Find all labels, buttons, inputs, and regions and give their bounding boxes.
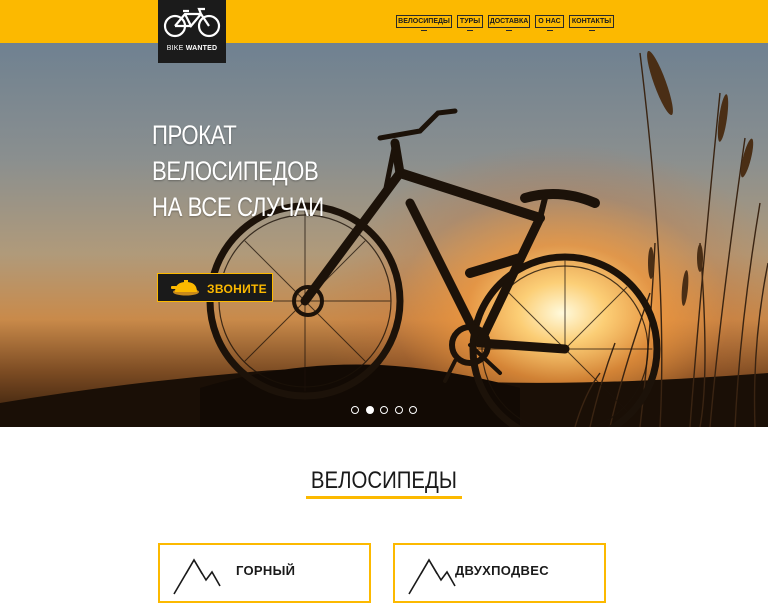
call-button[interactable]: ЗВОНИТЕ	[157, 273, 273, 302]
hero-slider: ПРОКАТ ВЕЛОСИПЕДОВ НА ВСЕ СЛУЧАИ ЗВОНИТЕ	[0, 43, 768, 427]
hero-title-line: ПРОКАТ	[152, 120, 237, 150]
section-title: ВЕЛОСИПЕДЫ	[310, 467, 458, 494]
hero-image	[0, 50, 768, 427]
logo-text: BIKE WANTED	[166, 45, 218, 52]
call-button-label: ЗВОНИТЕ	[207, 282, 267, 296]
site-header: BIKE WANTED ВЕЛОСИПЕДЫ ТУРЫ ДОСТАВКА О Н…	[0, 0, 768, 63]
hero-title: ПРОКАТ ВЕЛОСИПЕДОВ НА ВСЕ СЛУЧАИ	[152, 117, 324, 225]
bike-card-mountain[interactable]: ГОРНЫЙ	[158, 543, 371, 603]
section-title-underline	[306, 496, 462, 499]
slider-dot[interactable]	[351, 406, 359, 414]
bell-icon	[171, 280, 199, 296]
bike-card-full-suspension[interactable]: ДВУХПОДВЕС	[393, 543, 606, 603]
slider-dot[interactable]	[409, 406, 417, 414]
mountain-icon	[173, 558, 221, 595]
nav-item-bikes[interactable]: ВЕЛОСИПЕДЫ	[396, 15, 452, 31]
nav-item-delivery[interactable]: ДОСТАВКА	[488, 15, 530, 31]
slider-dot[interactable]	[395, 406, 403, 414]
nav-item-contacts[interactable]: КОНТАКТЫ	[569, 15, 614, 31]
bicycle-icon	[163, 7, 221, 38]
nav-item-tours[interactable]: ТУРЫ	[457, 15, 483, 31]
logo[interactable]: BIKE WANTED	[158, 0, 226, 63]
slider-dot[interactable]	[380, 406, 388, 414]
mountain-icon	[408, 558, 456, 595]
hero-title-line: НА ВСЕ СЛУЧАИ	[152, 192, 324, 222]
nav-item-about[interactable]: О НАС	[535, 15, 564, 31]
slider-dot-active[interactable]	[366, 406, 374, 414]
hero-title-line: ВЕЛОСИПЕДОВ	[152, 156, 319, 186]
